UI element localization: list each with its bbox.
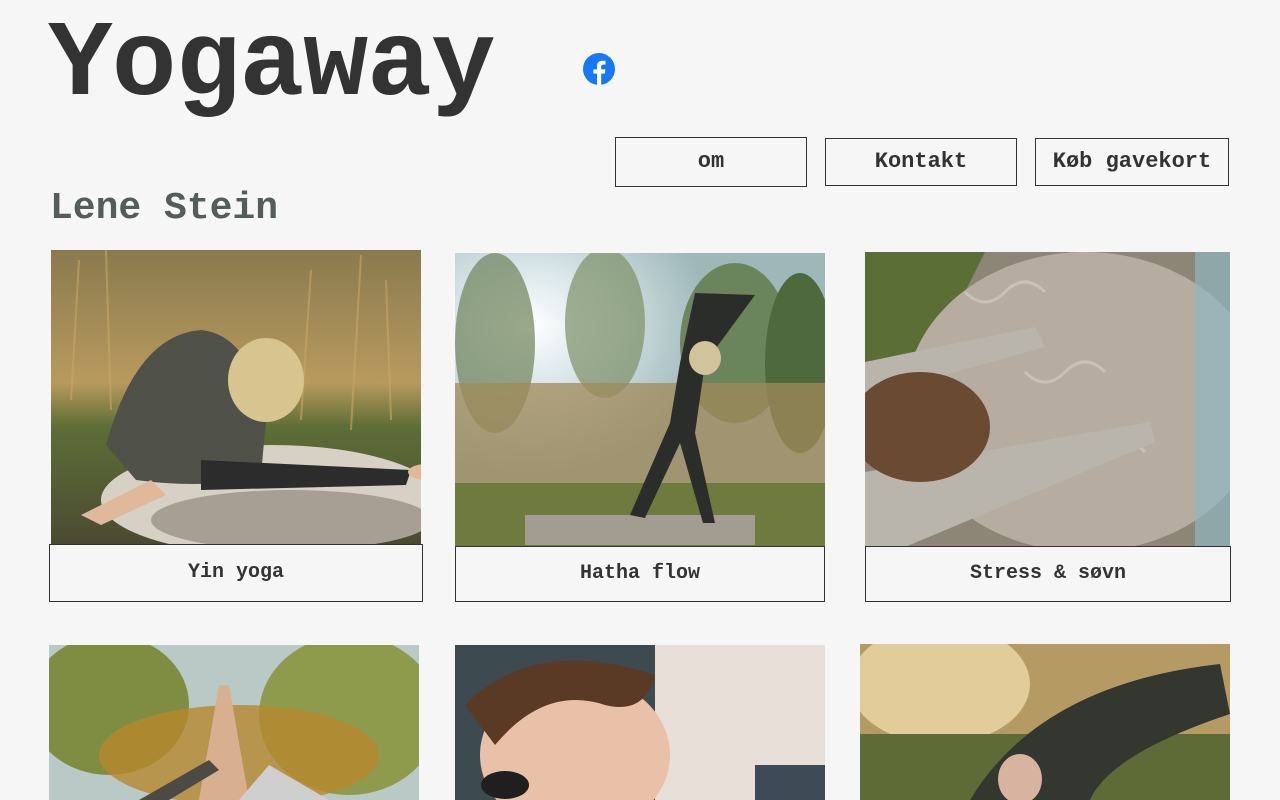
stress-sleep-button[interactable]: Stress & søvn <box>865 546 1231 602</box>
nav-om-button[interactable]: om <box>615 137 807 187</box>
yin-yoga-photo[interactable] <box>51 250 421 545</box>
hatha-flow-photo[interactable] <box>455 253 825 547</box>
side-plank-photo[interactable] <box>860 644 1230 800</box>
site-title: Yogaway <box>48 5 496 127</box>
instructor-name: Lene Stein <box>50 187 279 230</box>
nav-kontakt-button[interactable]: Kontakt <box>825 138 1017 186</box>
yin-yoga-button[interactable]: Yin yoga <box>49 544 423 602</box>
hatha-flow-button[interactable]: Hatha flow <box>455 546 825 602</box>
relaxation-photo[interactable] <box>455 645 825 800</box>
nav-gift-card-button[interactable]: Køb gavekort <box>1035 138 1229 186</box>
stress-sleep-photo[interactable] <box>865 252 1230 547</box>
facebook-icon[interactable] <box>583 53 615 85</box>
yoga-photo-prayer[interactable] <box>49 645 419 800</box>
